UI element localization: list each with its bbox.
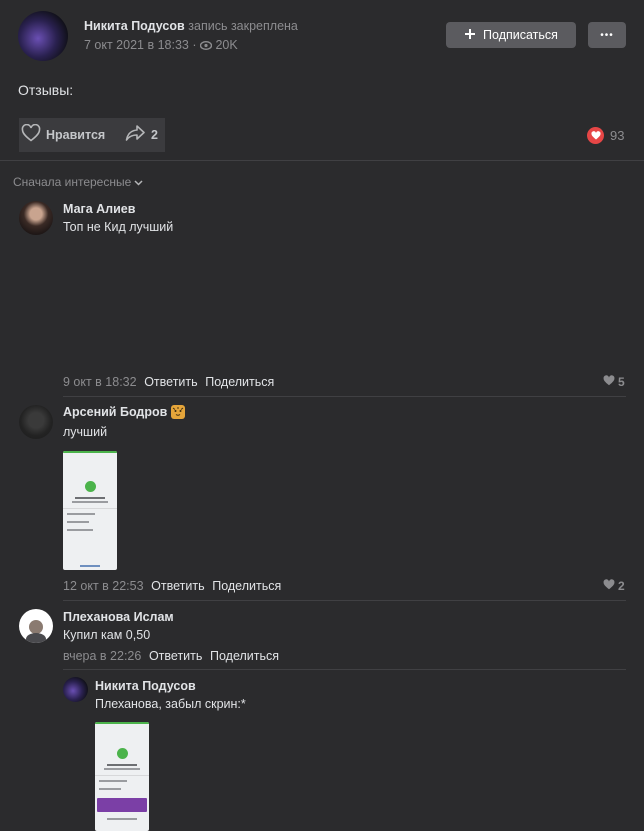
- heart-outline-icon: [21, 123, 41, 145]
- comment-avatar[interactable]: [19, 405, 53, 439]
- like-button[interactable]: Нравится: [21, 123, 106, 145]
- share-button[interactable]: 2: [125, 124, 158, 145]
- heart-filled-icon: [587, 127, 604, 144]
- reply-link[interactable]: Ответить: [149, 649, 202, 663]
- comment-divider: [63, 669, 626, 670]
- post-meta: 7 окт 2021 в 18:33 · 20K: [84, 38, 238, 52]
- subscribe-label: Подписаться: [483, 28, 558, 42]
- comment-author[interactable]: Арсений Бодров: [63, 405, 167, 419]
- comment-author-line: Арсений Бодров: [63, 405, 186, 419]
- comment-divider: [63, 600, 626, 601]
- comment-date[interactable]: 12 окт в 22:53: [63, 579, 144, 593]
- screenshot-thumbnail[interactable]: [95, 722, 149, 831]
- share-icon: [125, 124, 146, 145]
- post-text: Отзывы:: [18, 82, 74, 98]
- reply-text: Плеханова, забыл скрин:*: [95, 697, 246, 711]
- likes-total[interactable]: 93: [587, 127, 624, 144]
- check-circle-icon: [84, 481, 96, 492]
- share-link[interactable]: Поделиться: [210, 649, 279, 663]
- share-link[interactable]: Поделиться: [205, 375, 274, 389]
- comment-like-count: 2: [618, 578, 625, 593]
- more-button[interactable]: •••: [588, 22, 626, 48]
- reply-author[interactable]: Никита Подусов: [95, 679, 196, 693]
- reply-link[interactable]: Ответить: [151, 579, 204, 593]
- comment-author[interactable]: Мага Алиев: [63, 202, 135, 216]
- chevron-down-icon: [134, 175, 143, 189]
- comment-author[interactable]: Плеханова Ислам: [63, 610, 174, 624]
- check-circle-icon: [116, 748, 128, 759]
- plus-icon: [464, 28, 476, 43]
- more-icon: •••: [600, 29, 614, 41]
- post-divider: [0, 160, 644, 161]
- comment-meta: 9 окт в 18:32 Ответить Поделиться: [63, 374, 274, 389]
- comment-text: лучший: [63, 425, 108, 439]
- comment-avatar[interactable]: [19, 201, 53, 235]
- post-author-line: Никита Подусов запись закреплена: [84, 18, 298, 33]
- likes-total-count: 93: [610, 128, 625, 143]
- comment-divider: [63, 396, 626, 397]
- comment-like-count: 5: [618, 374, 625, 389]
- post-author-name[interactable]: Никита Подусов: [84, 19, 185, 33]
- eye-icon: [199, 38, 215, 52]
- comment-text: Топ не Кид лучший: [63, 220, 174, 234]
- heart-icon: [603, 578, 615, 593]
- view-count: 20K: [215, 38, 238, 52]
- comment-meta: вчера в 22:26 Ответить Поделиться: [63, 648, 279, 663]
- comment-date[interactable]: вчера в 22:26: [63, 649, 141, 663]
- share-count: 2: [151, 127, 158, 142]
- reply-avatar[interactable]: [63, 677, 88, 702]
- subscribe-button[interactable]: Подписаться: [446, 22, 576, 48]
- comment-like[interactable]: 5: [603, 374, 625, 389]
- comment-avatar[interactable]: [19, 609, 53, 643]
- screenshot-thumbnail[interactable]: [63, 451, 117, 570]
- share-link[interactable]: Поделиться: [212, 579, 281, 593]
- pinned-note: запись закреплена: [188, 19, 298, 33]
- post-date[interactable]: 7 окт 2021 в 18:33 ·: [84, 38, 197, 52]
- sort-label: Сначала интересные: [13, 175, 132, 189]
- comment-like[interactable]: 2: [603, 578, 625, 593]
- comment-date[interactable]: 9 окт в 18:32: [63, 375, 137, 389]
- comment-meta: 12 окт в 22:53 Ответить Поделиться: [63, 578, 281, 593]
- comment-text: Купил кам 0,50: [63, 628, 151, 642]
- heart-icon: [603, 374, 615, 389]
- reply-link[interactable]: Ответить: [144, 375, 197, 389]
- author-avatar[interactable]: [18, 11, 68, 61]
- tiger-emoji-icon: [171, 405, 186, 419]
- sort-dropdown[interactable]: Сначала интересные: [13, 175, 143, 189]
- like-label: Нравится: [46, 127, 106, 142]
